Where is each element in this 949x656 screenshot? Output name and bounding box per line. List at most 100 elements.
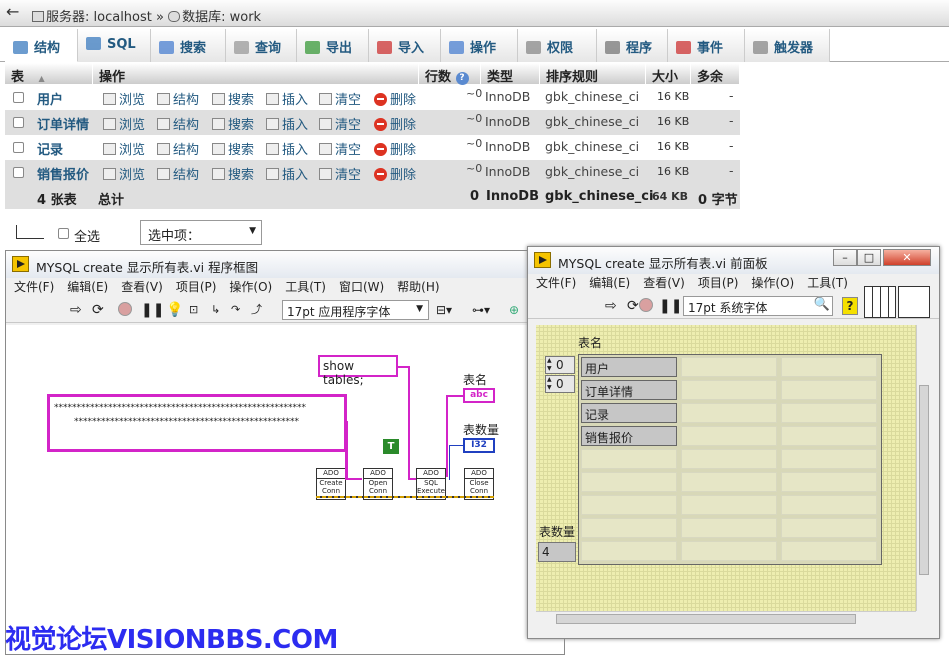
menu-item[interactable]: 操作(O): [229, 280, 272, 294]
row-checkbox[interactable]: [13, 92, 24, 103]
collapse-arrow-icon[interactable]: ←: [6, 2, 19, 21]
empty-cell[interactable]: [581, 449, 677, 469]
row-checkbox[interactable]: [13, 142, 24, 153]
action-browse[interactable]: 浏览: [103, 164, 145, 183]
row-index[interactable]: 0: [545, 356, 575, 374]
search-icon[interactable]: 🔍: [814, 297, 830, 312]
step-over-icon[interactable]: ↷: [231, 302, 240, 318]
menu-item[interactable]: 查看(V): [643, 276, 685, 290]
empty-cell[interactable]: [681, 357, 777, 377]
connection-string-constant[interactable]: ****************************************…: [47, 394, 347, 452]
action-search[interactable]: 搜索: [212, 89, 254, 108]
empty-cell[interactable]: [781, 357, 877, 377]
font-select[interactable]: 17pt 应用程序字体 ▼: [282, 300, 429, 320]
tab-export[interactable]: 导出: [297, 29, 369, 62]
abort-icon[interactable]: [118, 302, 132, 316]
empty-cell[interactable]: [781, 449, 877, 469]
action-browse[interactable]: 浏览: [103, 114, 145, 133]
close-button[interactable]: ✕: [883, 249, 931, 266]
block-diagram-titlebar[interactable]: MYSQL create 显示所有表.vi 程序框图: [6, 251, 564, 278]
breadcrumb-database[interactable]: 数据库: work: [182, 10, 261, 25]
empty-cell[interactable]: [681, 403, 777, 423]
table-name-link[interactable]: 订单详情: [37, 114, 89, 133]
menu-item[interactable]: 操作(O): [751, 276, 794, 290]
step-out-icon[interactable]: ⤴: [251, 302, 262, 318]
tab-events[interactable]: 事件: [668, 29, 745, 62]
row-checkbox[interactable]: [13, 167, 24, 178]
action-browse[interactable]: 浏览: [103, 139, 145, 158]
action-structure[interactable]: 结构: [157, 89, 199, 108]
align-icon[interactable]: ⊟▾: [436, 302, 452, 318]
menu-item[interactable]: 文件(F): [536, 276, 576, 290]
action-insert[interactable]: 插入: [266, 139, 308, 158]
empty-cell[interactable]: [581, 495, 677, 515]
action-drop[interactable]: 删除: [374, 139, 416, 158]
help-icon[interactable]: ?: [842, 297, 858, 315]
col-header-size[interactable]: 大小: [646, 63, 691, 85]
table-cell[interactable]: 订单详情: [581, 380, 677, 400]
col-header-table[interactable]: 表 ▲: [5, 63, 93, 85]
table-name-link[interactable]: 用户: [37, 89, 63, 108]
action-structure[interactable]: 结构: [157, 114, 199, 133]
table-cell[interactable]: 记录: [581, 403, 677, 423]
menu-item[interactable]: 项目(P): [698, 276, 739, 290]
reorder-icon[interactable]: ⊕: [509, 302, 519, 318]
empty-cell[interactable]: [781, 518, 877, 538]
tab-routines[interactable]: 程序: [597, 29, 668, 62]
action-drop[interactable]: 删除: [374, 114, 416, 133]
empty-cell[interactable]: [681, 495, 777, 515]
col-header-collation[interactable]: 排序规则: [540, 63, 646, 85]
distribute-icon[interactable]: ⊶▾: [472, 302, 490, 318]
tab-structure[interactable]: 结构: [5, 29, 78, 62]
tab-search[interactable]: 搜索: [151, 29, 226, 62]
action-drop[interactable]: 删除: [374, 89, 416, 108]
tab-query[interactable]: 查询: [226, 29, 297, 62]
table-cell[interactable]: 用户: [581, 357, 677, 377]
menu-item[interactable]: 编辑(E): [67, 280, 108, 294]
action-insert[interactable]: 插入: [266, 164, 308, 183]
empty-cell[interactable]: [581, 518, 677, 538]
col-header-rows[interactable]: 行数 ?: [419, 63, 481, 85]
action-search[interactable]: 搜索: [212, 139, 254, 158]
maximize-button[interactable]: □: [857, 249, 881, 266]
table-name-link[interactable]: 记录: [37, 139, 63, 158]
action-empty[interactable]: 清空: [319, 89, 361, 108]
run-continuous-icon[interactable]: ⟳: [627, 298, 639, 314]
table-name-link[interactable]: 销售报价: [37, 164, 89, 183]
col-header-type[interactable]: 类型: [481, 63, 540, 85]
run-arrow-icon[interactable]: ⇨: [605, 298, 617, 314]
empty-cell[interactable]: [581, 472, 677, 492]
empty-cell[interactable]: [781, 472, 877, 492]
empty-cell[interactable]: [681, 426, 777, 446]
pause-icon[interactable]: ❚❚: [141, 302, 164, 318]
empty-cell[interactable]: [681, 472, 777, 492]
menu-item[interactable]: 文件(F): [14, 280, 54, 294]
menu-item[interactable]: 工具(T): [285, 280, 326, 294]
sql-string-constant[interactable]: show tables;: [318, 355, 398, 387]
action-insert[interactable]: 插入: [266, 114, 308, 133]
tab-wrench[interactable]: 操作: [441, 29, 518, 62]
menu-item[interactable]: 项目(P): [176, 280, 217, 294]
empty-cell[interactable]: [781, 541, 877, 561]
step-into-icon[interactable]: ↳: [211, 302, 220, 318]
breadcrumb-server[interactable]: 服务器: localhost »: [46, 10, 164, 25]
col-header-overhead[interactable]: 多余: [691, 63, 740, 85]
empty-cell[interactable]: [781, 380, 877, 400]
horizontal-scrollbar[interactable]: [536, 611, 916, 626]
help-icon[interactable]: ?: [455, 72, 469, 85]
check-all-label[interactable]: 全选: [74, 226, 100, 245]
tab-privileges[interactable]: 权限: [518, 29, 597, 62]
action-empty[interactable]: 清空: [319, 139, 361, 158]
i32-indicator[interactable]: I32: [463, 438, 495, 453]
empty-cell[interactable]: [681, 518, 777, 538]
bulk-action-select[interactable]: 选中项： ▼: [140, 220, 262, 245]
run-arrow-icon[interactable]: ⇨: [70, 302, 82, 318]
action-search[interactable]: 搜索: [212, 114, 254, 133]
empty-cell[interactable]: [681, 449, 777, 469]
run-continuous-icon[interactable]: ⟳: [92, 302, 104, 318]
highlight-bulb-icon[interactable]: 💡: [166, 302, 183, 318]
font-select[interactable]: 17pt 系统字体 🔍: [683, 296, 833, 316]
action-search[interactable]: 搜索: [212, 164, 254, 183]
action-insert[interactable]: 插入: [266, 89, 308, 108]
abort-icon[interactable]: [639, 298, 653, 312]
